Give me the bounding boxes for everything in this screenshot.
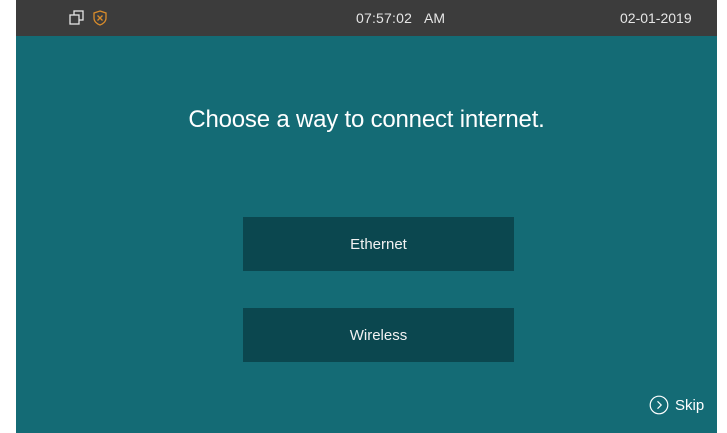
wireless-button[interactable]: Wireless	[243, 308, 514, 362]
status-bar: 07:57:02 AM 02-01-2019	[16, 0, 717, 36]
setup-screen: 07:57:02 AM 02-01-2019 Choose a way to c…	[16, 0, 717, 433]
page-title: Choose a way to connect internet.	[188, 106, 545, 133]
ethernet-button-label: Ethernet	[350, 235, 407, 253]
status-ampm: AM	[424, 10, 445, 26]
skip-label: Skip	[675, 396, 705, 414]
chevron-right-circle-icon	[649, 395, 669, 415]
status-date: 02-01-2019	[620, 10, 692, 26]
skip-button[interactable]: Skip	[649, 394, 704, 416]
status-time: 07:57:02	[356, 10, 413, 26]
windows-icon	[69, 10, 84, 25]
ethernet-button[interactable]: Ethernet	[243, 217, 514, 271]
shield-icon	[93, 10, 107, 26]
wireless-button-label: Wireless	[349, 326, 408, 344]
